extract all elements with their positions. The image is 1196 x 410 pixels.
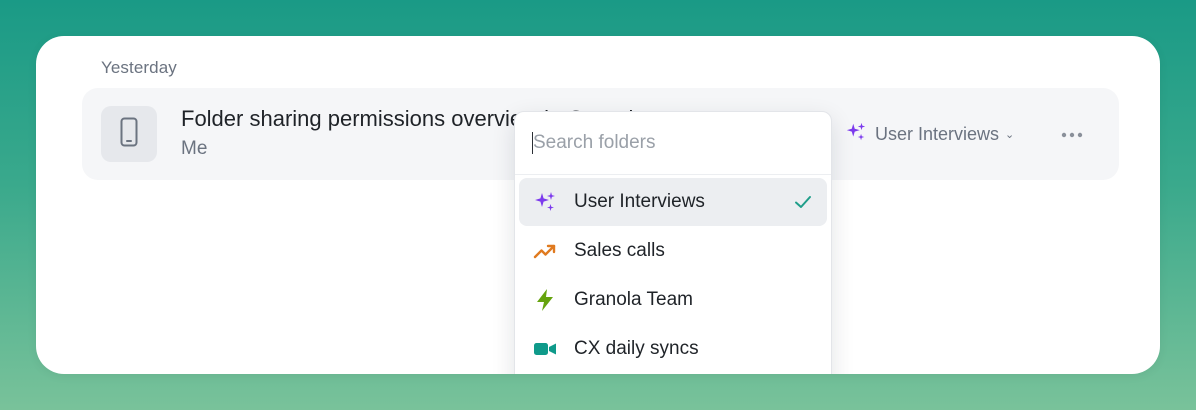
folder-search-container xyxy=(515,112,831,175)
sparkles-icon xyxy=(533,190,557,214)
folder-option-label: User Interviews xyxy=(574,191,705,212)
folder-selector-button[interactable]: User Interviews ⌄ xyxy=(845,122,1014,146)
section-heading: Yesterday xyxy=(101,58,177,77)
note-thumbnail xyxy=(101,106,157,162)
folder-option-user-interviews[interactable]: User Interviews xyxy=(519,178,827,226)
more-options-button[interactable] xyxy=(1058,122,1086,146)
folder-option-label: Granola Team xyxy=(574,289,693,310)
text-caret xyxy=(532,132,533,154)
note-author: Me xyxy=(181,138,208,159)
folder-dropdown-menu: User Interviews Sales calls xyxy=(514,111,832,374)
trending-up-icon xyxy=(533,239,557,263)
checkmark-icon xyxy=(793,192,813,212)
folder-option-sales-calls[interactable]: Sales calls xyxy=(519,227,827,275)
video-camera-icon xyxy=(533,337,557,361)
sparkles-icon xyxy=(845,121,867,148)
lightning-icon xyxy=(533,288,557,312)
chevron-down-icon: ⌄ xyxy=(1005,128,1015,141)
folder-option-granola-team[interactable]: Granola Team xyxy=(519,276,827,324)
folder-option-label: CX daily syncs xyxy=(574,338,699,359)
more-horizontal-icon xyxy=(1061,125,1083,143)
folder-option-label: Sales calls xyxy=(574,240,665,261)
folder-search-input[interactable] xyxy=(533,130,813,156)
folder-option-cx-daily-syncs[interactable]: CX daily syncs xyxy=(519,325,827,373)
phone-icon xyxy=(120,117,138,152)
folder-selector-label: User Interviews xyxy=(875,123,1000,144)
notes-panel: Yesterday Folder sharing permissions ove… xyxy=(36,36,1160,374)
